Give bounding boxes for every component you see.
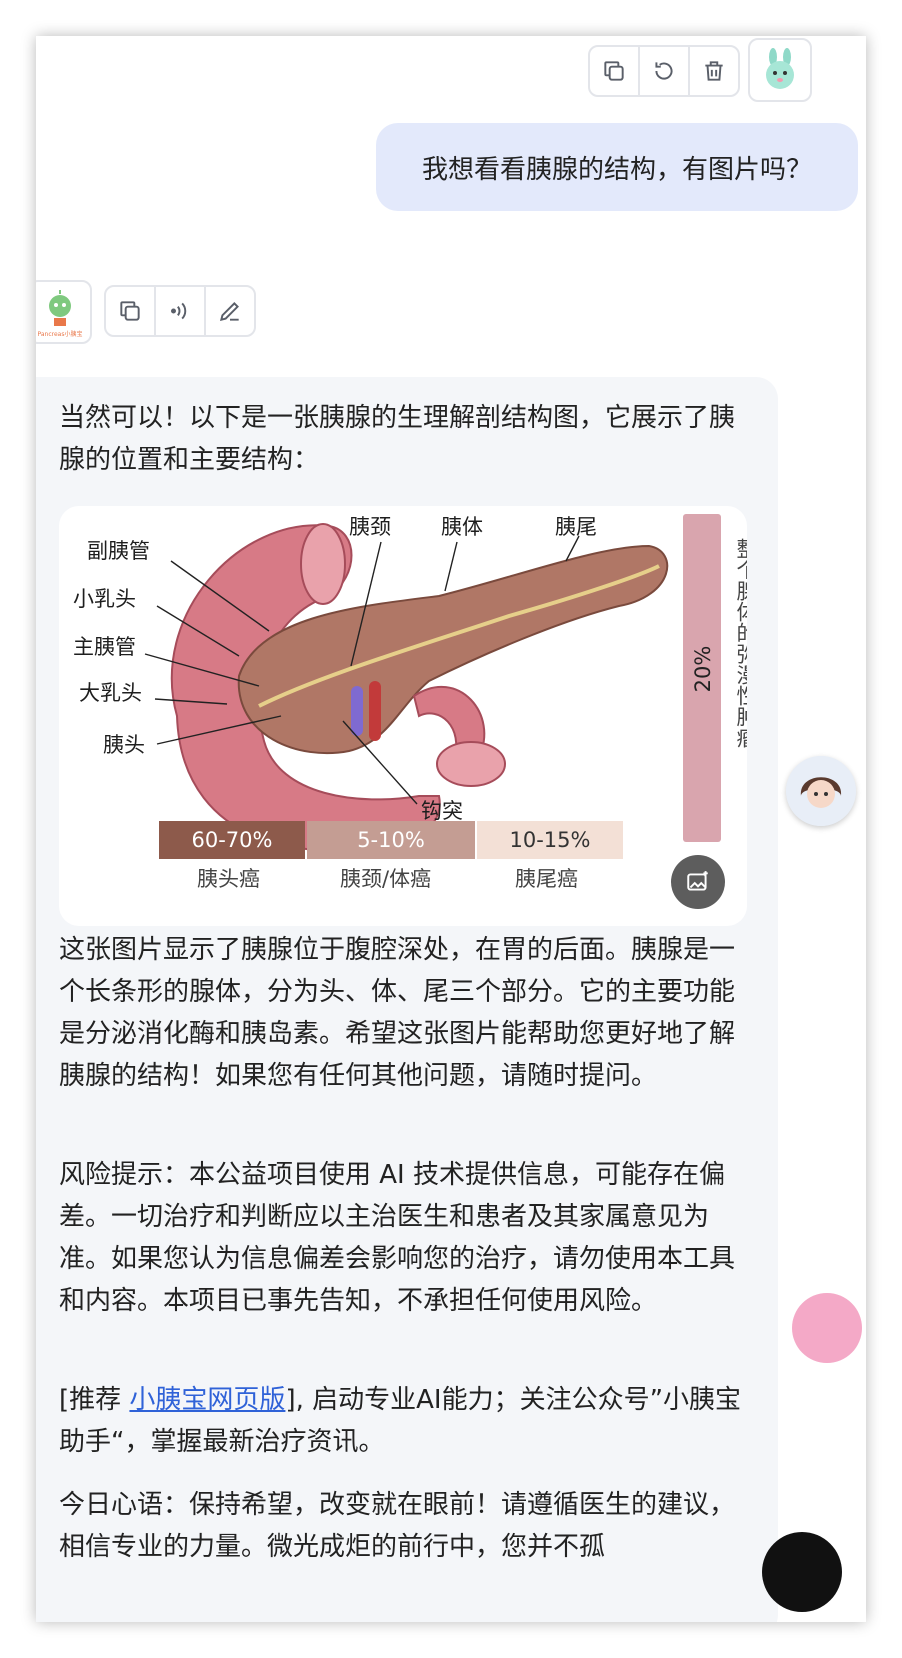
copy-icon — [120, 301, 140, 321]
label-body: 胰体 — [441, 515, 483, 539]
image-action-button[interactable] — [671, 855, 725, 909]
edit-button[interactable] — [206, 287, 254, 335]
bunny-avatar-icon — [766, 48, 794, 89]
pancreas-anatomy-figure: 副胰管 小乳头 主胰管 大乳头 胰头 胰颈 胰体 胰尾 钩突 20% 整个腺体的… — [59, 506, 747, 926]
recommend-prefix: [推荐 — [59, 1385, 130, 1415]
user-message-text: 我想看看胰腺的结构，有图片吗？ — [421, 154, 812, 185]
floating-logo-button[interactable] — [762, 1532, 842, 1612]
label-main-duct: 主胰管 — [73, 635, 136, 659]
copy-button[interactable] — [590, 47, 640, 95]
web-version-link[interactable]: 小胰宝网页版 — [129, 1385, 285, 1415]
label-tail: 胰尾 — [555, 515, 597, 539]
woman-avatar-icon — [786, 756, 856, 826]
head-cancer-label: 胰头癌 — [197, 867, 260, 891]
neck-body-cancer-label: 胰颈/体癌 — [340, 867, 432, 891]
bot-message-toolbar — [104, 285, 256, 337]
label-major-papilla: 大乳头 — [79, 681, 142, 705]
tail-cancer-label: 胰尾癌 — [515, 867, 578, 891]
bot-intro-text: 当然可以！以下是一张胰腺的生理解剖结构图，它展示了胰腺的位置和主要结构： — [59, 403, 736, 475]
bot-message-bubble: 当然可以！以下是一张胰腺的生理解剖结构图，它展示了胰腺的位置和主要结构： 副胰管… — [36, 377, 778, 1622]
label-accessory-duct: 副胰管 — [87, 539, 150, 563]
copy-icon — [604, 61, 624, 81]
edit-icon — [219, 302, 239, 322]
copy-button[interactable] — [106, 287, 156, 335]
assistant-float-avatar[interactable] — [786, 756, 856, 826]
read-aloud-button[interactable] — [156, 287, 206, 335]
user-avatar[interactable] — [748, 38, 812, 102]
bot-paragraph-3: [推荐 小胰宝网页版], 启动专业AI能力；关注公众号”小胰宝助手“，掌握最新治… — [59, 1379, 749, 1463]
bot-paragraph-2: 风险提示：本公益项目使用 AI 技术提供信息，可能存在偏差。一切治疗和判断应以主… — [59, 1160, 736, 1316]
neck-body-cancer-percent: 5-10% — [307, 821, 475, 859]
tail-cancer-percent: 10-15% — [477, 821, 623, 859]
user-message-toolbar — [588, 45, 740, 97]
bot-avatar: Pancreas小胰宝 — [36, 280, 92, 344]
diffuse-tumor-percent: 20% — [691, 645, 715, 693]
robot-logo-icon: Pancreas小胰宝 — [38, 290, 83, 338]
label-minor-papilla: 小乳头 — [73, 587, 136, 611]
user-message-bubble: 我想看看胰腺的结构，有图片吗？ — [376, 123, 858, 211]
trash-icon — [705, 61, 723, 81]
bot-paragraph-4: 今日心语：保持希望，改变就在眼前！请遵循医生的建议，相信专业的力量。微光成炬的前… — [59, 1490, 736, 1562]
bot-avatar-caption: Pancreas小胰宝 — [38, 330, 83, 338]
image-sparkle-icon — [687, 871, 708, 891]
floating-action-button[interactable] — [792, 1293, 862, 1363]
chat-window: 我想看看胰腺的结构，有图片吗？ Pancreas小胰宝 当然可以！以下是一张胰腺… — [36, 36, 866, 1622]
refresh-icon — [655, 62, 673, 80]
label-head: 胰头 — [103, 733, 145, 757]
label-uncinate: 钩突 — [421, 799, 463, 823]
speaker-icon — [171, 302, 187, 320]
regenerate-button[interactable] — [640, 47, 690, 95]
label-neck: 胰颈 — [349, 515, 391, 539]
delete-button[interactable] — [690, 47, 738, 95]
diffuse-tumor-label: 整个腺体的弥漫性肿瘤 — [734, 538, 747, 748]
head-cancer-percent: 60-70% — [159, 821, 305, 859]
bot-paragraph-1: 这张图片显示了胰腺位于腹腔深处，在胃的后面。胰腺是一个长条形的腺体，分为头、体、… — [59, 935, 736, 1091]
